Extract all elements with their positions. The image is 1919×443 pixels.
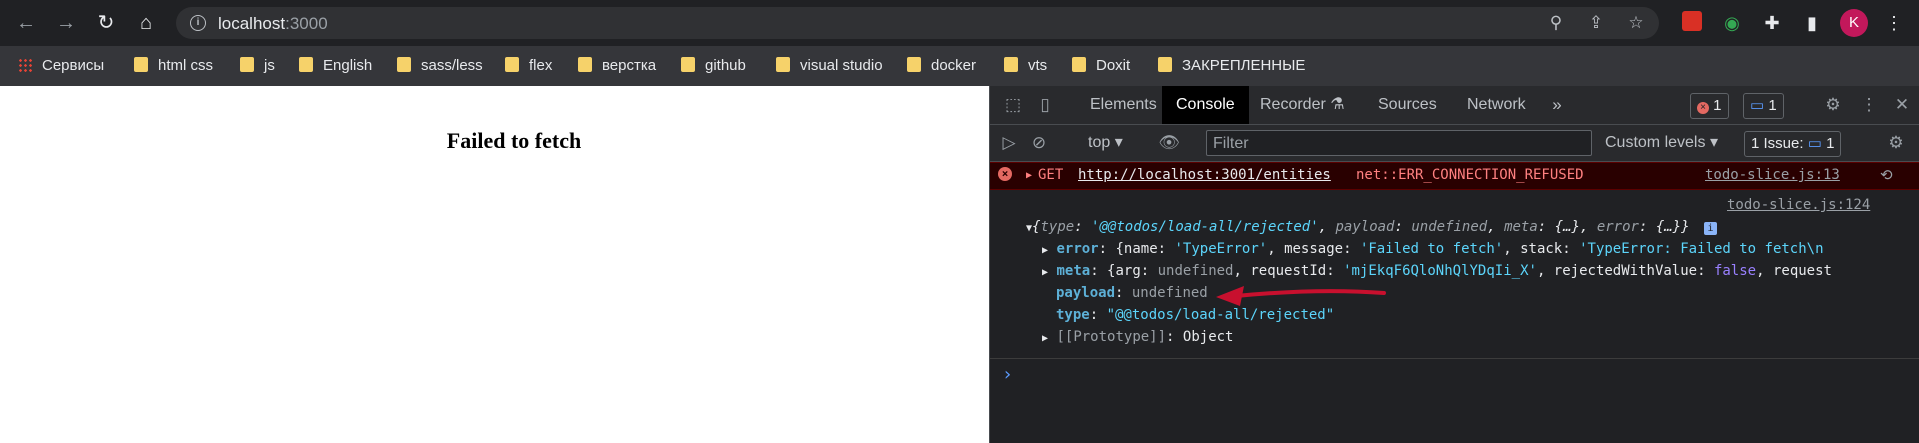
site-info-icon[interactable]: i [190,15,206,31]
inspect-element-icon[interactable]: ⬚ [1002,94,1024,116]
bookmark-apps[interactable]: Сервисы [18,56,104,76]
bookmark-folder[interactable]: flex [505,56,552,76]
bookmark-folder[interactable]: верстка [578,56,656,76]
devtools-panel: ⬚ ▯ Elements Console Recorder ⚗ Sources … [989,86,1919,443]
tab-elements[interactable]: Elements [1076,86,1171,124]
bookmark-folder[interactable]: vts [1004,56,1047,76]
folder-icon [397,57,411,72]
expand-triangle-icon[interactable]: ▶ [1026,170,1032,181]
bookmark-folder[interactable]: ЗАКРЕПЛЕННЫЕ [1158,56,1305,76]
console-output: × ▶ GET http://localhost:3001/entities n… [990,162,1919,443]
page-viewport: Failed to fetch [0,86,989,443]
avatar[interactable]: K [1840,9,1868,37]
bookmark-folder[interactable]: sass/less [397,56,483,76]
bookmark-star-icon[interactable]: ☆ [1626,13,1646,33]
home-icon[interactable]: ⌂ [134,11,158,35]
error-x-icon: × [1697,102,1709,114]
zoom-icon[interactable]: ⚲ [1546,13,1566,33]
bookmark-folder[interactable]: visual studio [776,56,883,76]
close-devtools-icon[interactable]: ✕ [1891,94,1913,116]
folder-icon [578,57,592,72]
console-prompt[interactable]: › [1002,364,1013,385]
issue-icon: ▭ [1807,135,1822,152]
dropdown-caret-icon: ▾ [1709,134,1718,151]
info-badge-icon: i [1703,222,1717,235]
expand-triangle-icon: ▶ [1042,245,1049,256]
share-icon[interactable]: ⇪ [1586,13,1606,33]
expand-triangle-icon: ▶ [1042,267,1049,278]
tab-recorder[interactable]: Recorder ⚗ [1246,86,1359,124]
folder-icon [505,57,519,72]
context-selector[interactable]: top ▾ [1088,132,1123,154]
console-toolbar: ▷ ⊘ top ▾ 👁 Filter Custom levels ▾ 1 Iss… [990,125,1919,162]
console-filter-input[interactable]: Filter [1206,130,1592,156]
clear-console-icon[interactable]: ⊘ [1028,132,1050,154]
devtools-tabbar: ⬚ ▯ Elements Console Recorder ⚗ Sources … [990,86,1919,125]
forward-arrow-icon[interactable]: → [54,11,78,35]
error-method: GET [1038,167,1064,183]
bookmark-folder[interactable]: English [299,56,372,76]
side-panel-icon[interactable]: ▮ [1800,11,1824,35]
folder-icon [907,57,921,72]
url-text[interactable]: localhost:3000 [218,14,328,34]
devtools-menu-icon[interactable]: ⋮ [1858,94,1880,116]
tab-sources[interactable]: Sources [1364,86,1451,124]
folder-icon [1004,57,1018,72]
sidebar-toggle-icon[interactable]: ▷ [998,132,1020,154]
tab-network[interactable]: Network [1453,86,1540,124]
error-count-badge[interactable]: × 1 [1690,93,1729,119]
apps-grid-icon [18,58,32,72]
error-text: net::ERR_CONNECTION_REFUSED [1356,167,1584,183]
bookmark-folder[interactable]: Doxit [1072,56,1130,76]
folder-icon [681,57,695,72]
prop-meta-row[interactable]: ▶ meta: {arg: undefined, requestId: 'mjE… [1042,263,1832,279]
folder-icon [776,57,790,72]
bookmark-folder[interactable]: docker [907,56,976,76]
bookmark-folder[interactable]: github [681,56,746,76]
console-divider [990,358,1919,359]
prop-payload-row: payload: undefined [1056,285,1208,301]
kebab-menu-icon[interactable]: ⋮ [1882,11,1906,35]
message-count-badge[interactable]: ▭ 1 [1743,93,1784,119]
more-tabs-button[interactable]: » [1546,94,1568,116]
issues-button[interactable]: 1 Issue: ▭ 1 [1744,131,1842,157]
prop-prototype-row[interactable]: ▶ [[Prototype]]: Object [1042,329,1233,345]
extension-red-icon[interactable] [1680,11,1704,35]
settings-gear-icon[interactable]: ⚙ [1822,94,1844,116]
console-error-row: × ▶ GET http://localhost:3001/entities n… [990,162,1919,190]
folder-icon [1072,57,1086,72]
error-circle-icon: × [998,167,1012,181]
object-summary[interactable]: ▼{type: '@@todos/load-all/rejected', pay… [1026,219,1717,235]
error-source-link[interactable]: todo-slice.js:13 [1705,167,1840,183]
address-bar[interactable]: i localhost:3000 ⚲ ⇪ ☆ [176,7,1659,39]
extensions-puzzle-icon[interactable]: ✚ [1760,11,1784,35]
reload-icon[interactable]: ↻ [94,11,118,35]
folder-icon [1158,57,1172,72]
log-source-link[interactable]: todo-slice.js:124 [1727,197,1870,213]
folder-icon [240,57,254,72]
bookmark-folder[interactable]: js [240,56,275,76]
tab-console[interactable]: Console [1162,86,1249,124]
dropdown-caret-icon: ▾ [1114,134,1123,151]
log-levels-dropdown[interactable]: Custom levels ▾ [1605,132,1718,154]
extension-green-icon[interactable]: ◉ [1720,11,1744,35]
bookmarks-bar: Сервисы html css js English sass/less fl… [0,46,1919,86]
page-error-message: Failed to fetch [446,128,582,153]
browser-toolbar: ← → ↻ ⌂ i localhost:3000 ⚲ ⇪ ☆ ◉ ✚ ▮ K ⋮ [0,0,1919,46]
prop-error-row[interactable]: ▶ error: {name: 'TypeError', message: 'F… [1042,241,1824,257]
expand-triangle-icon: ▶ [1042,333,1049,344]
back-arrow-icon[interactable]: ← [14,11,38,35]
live-expression-eye-icon[interactable]: 👁 [1158,132,1180,154]
bookmark-folder[interactable]: html css [134,56,213,76]
network-request-icon[interactable]: ⟲ [1880,166,1893,184]
flask-icon: ⚗ [1330,96,1345,113]
device-toolbar-icon[interactable]: ▯ [1034,94,1056,116]
message-icon: ▭ [1750,97,1765,114]
prop-type-row: type: "@@todos/load-all/rejected" [1056,307,1335,323]
error-url-link[interactable]: http://localhost:3001/entities [1078,167,1331,183]
folder-icon [299,57,313,72]
folder-icon [134,57,148,72]
console-settings-gear-icon[interactable]: ⚙ [1885,132,1907,154]
